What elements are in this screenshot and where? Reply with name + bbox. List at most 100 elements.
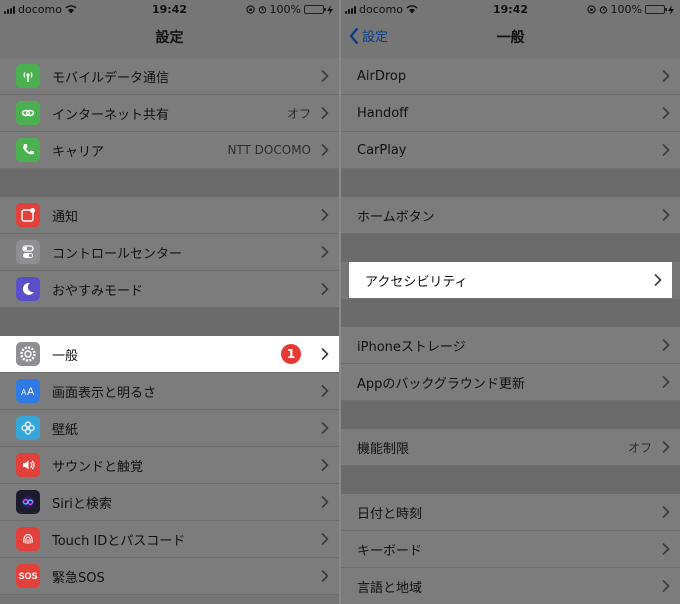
battery-percent: 100% [269,3,301,16]
flower-icon [16,416,40,440]
chevron-right-icon [662,144,670,156]
general-row[interactable]: キーボード [341,531,680,568]
chevron-right-icon [662,543,670,555]
chevron-right-icon [662,209,670,221]
toggle-icon [16,240,40,264]
charging-icon [668,4,674,15]
phone-icon [16,138,40,162]
row-label: iPhoneストレージ [357,339,466,355]
chevron-right-icon [321,107,329,119]
settings-row[interactable]: SOS 緊急SOS [0,558,339,595]
page-title: 設定 [155,30,184,46]
row-value: オフ [627,440,652,455]
section-separator [0,308,339,336]
speaker-icon [16,453,40,477]
row-label: キーボード [357,543,423,559]
row-value: オフ [286,106,311,121]
general-row[interactable]: AirDrop [341,58,680,95]
settings-pane: docomo 19:42 100% 設定 モバイルデータ通信 インターネット共有 オ… [0,0,339,604]
battery-percent: 100% [610,3,642,16]
row-label: 機能制限 [357,441,410,457]
row-label: 緊急SOS [52,570,105,586]
general-row[interactable]: アクセシビリティ [349,262,672,299]
siri-icon [16,490,40,514]
section-separator [341,401,680,429]
chevron-right-icon [662,376,670,388]
settings-list: モバイルデータ通信 インターネット共有 オフキャリア NTT DOCOMO 通知コントロ… [0,58,339,595]
general-pane: docomo 19:42 100% 設定 一般 AirDrop Handoff Ca… [341,0,680,604]
settings-row[interactable]: モバイルデータ通信 [0,58,339,95]
settings-row[interactable]: おやすみモード [0,271,339,308]
row-label: 日付と時刻 [357,506,423,522]
row-label: 壁紙 [52,422,79,438]
row-label: インターネット共有 [52,107,170,123]
row-label: AirDrop [357,68,407,84]
row-label: Siriと検索 [52,496,112,512]
settings-row[interactable]: 通知 [0,197,339,234]
section-separator [341,299,680,327]
chain-icon [16,101,40,125]
general-row[interactable]: Appのバックグラウンド更新 [341,364,680,401]
settings-row[interactable]: インターネット共有 オフ [0,95,339,132]
text-size-icon: AA [16,379,40,403]
row-label: コントロールセンター [52,246,183,262]
row-label: キャリア [52,144,105,160]
rotation-lock-icon [586,5,596,14]
settings-row[interactable]: Siriと検索 [0,484,339,521]
row-label: アクセシビリティ [365,274,468,290]
chevron-right-icon [321,283,329,295]
section-separator [341,234,680,262]
chevron-right-icon [662,107,670,119]
chevron-right-icon [654,274,662,286]
general-row[interactable]: 機能制限 オフ [341,429,680,466]
row-value: NTT DOCOMO [227,143,311,157]
row-label: Appのバックグラウンド更新 [357,376,525,392]
svg-text:A: A [27,386,35,398]
section-separator [341,466,680,494]
row-label: モバイルデータ通信 [52,70,170,86]
chevron-right-icon [321,570,329,582]
row-label: おやすみモード [52,283,144,299]
chevron-right-icon [662,506,670,518]
battery-icon [304,5,326,14]
row-label: ホームボタン [357,209,435,225]
chevron-right-icon [662,580,670,592]
chevron-right-icon [662,70,670,82]
row-label: 通知 [52,209,79,225]
sos-icon: SOS [16,564,40,588]
settings-row[interactable]: Touch IDとパスコード [0,521,339,558]
settings-row[interactable]: コントロールセンター [0,234,339,271]
settings-row[interactable]: A A 画面表示と明るさ [0,373,339,410]
charging-icon [327,4,333,15]
status-bar: docomo 19:42 100% [341,0,680,18]
gear-icon [16,342,40,366]
chevron-right-icon [321,348,329,360]
notification-badge: 1 [281,344,301,364]
sos-text: SOS [18,571,38,581]
notification-icon [16,203,40,227]
general-row[interactable]: 言語と地域 [341,568,680,604]
chevron-right-icon [321,246,329,258]
alarm-icon [599,6,607,14]
settings-row[interactable]: キャリア NTT DOCOMO [0,132,339,169]
row-label: サウンドと触覚 [52,459,144,475]
settings-row[interactable]: 一般 1 [0,336,339,373]
chevron-right-icon [321,209,329,221]
rotation-lock-icon [245,5,255,14]
general-row[interactable]: iPhoneストレージ [341,327,680,364]
chevron-right-icon [321,496,329,508]
chevron-right-icon [662,339,670,351]
page-title: 一般 [496,30,525,46]
general-row[interactable]: 日付と時刻 [341,494,680,531]
settings-row[interactable]: 壁紙 [0,410,339,447]
row-label: Touch IDとパスコード [52,533,186,549]
general-row[interactable]: CarPlay [341,132,680,169]
section-separator [341,169,680,197]
row-label: Handoff [357,105,409,121]
settings-row[interactable]: サウンドと触覚 [0,447,339,484]
general-row[interactable]: Handoff [341,95,680,132]
general-row[interactable]: ホームボタン [341,197,680,234]
fingerprint-icon [16,527,40,551]
chevron-right-icon [321,533,329,545]
battery-icon [645,5,667,14]
